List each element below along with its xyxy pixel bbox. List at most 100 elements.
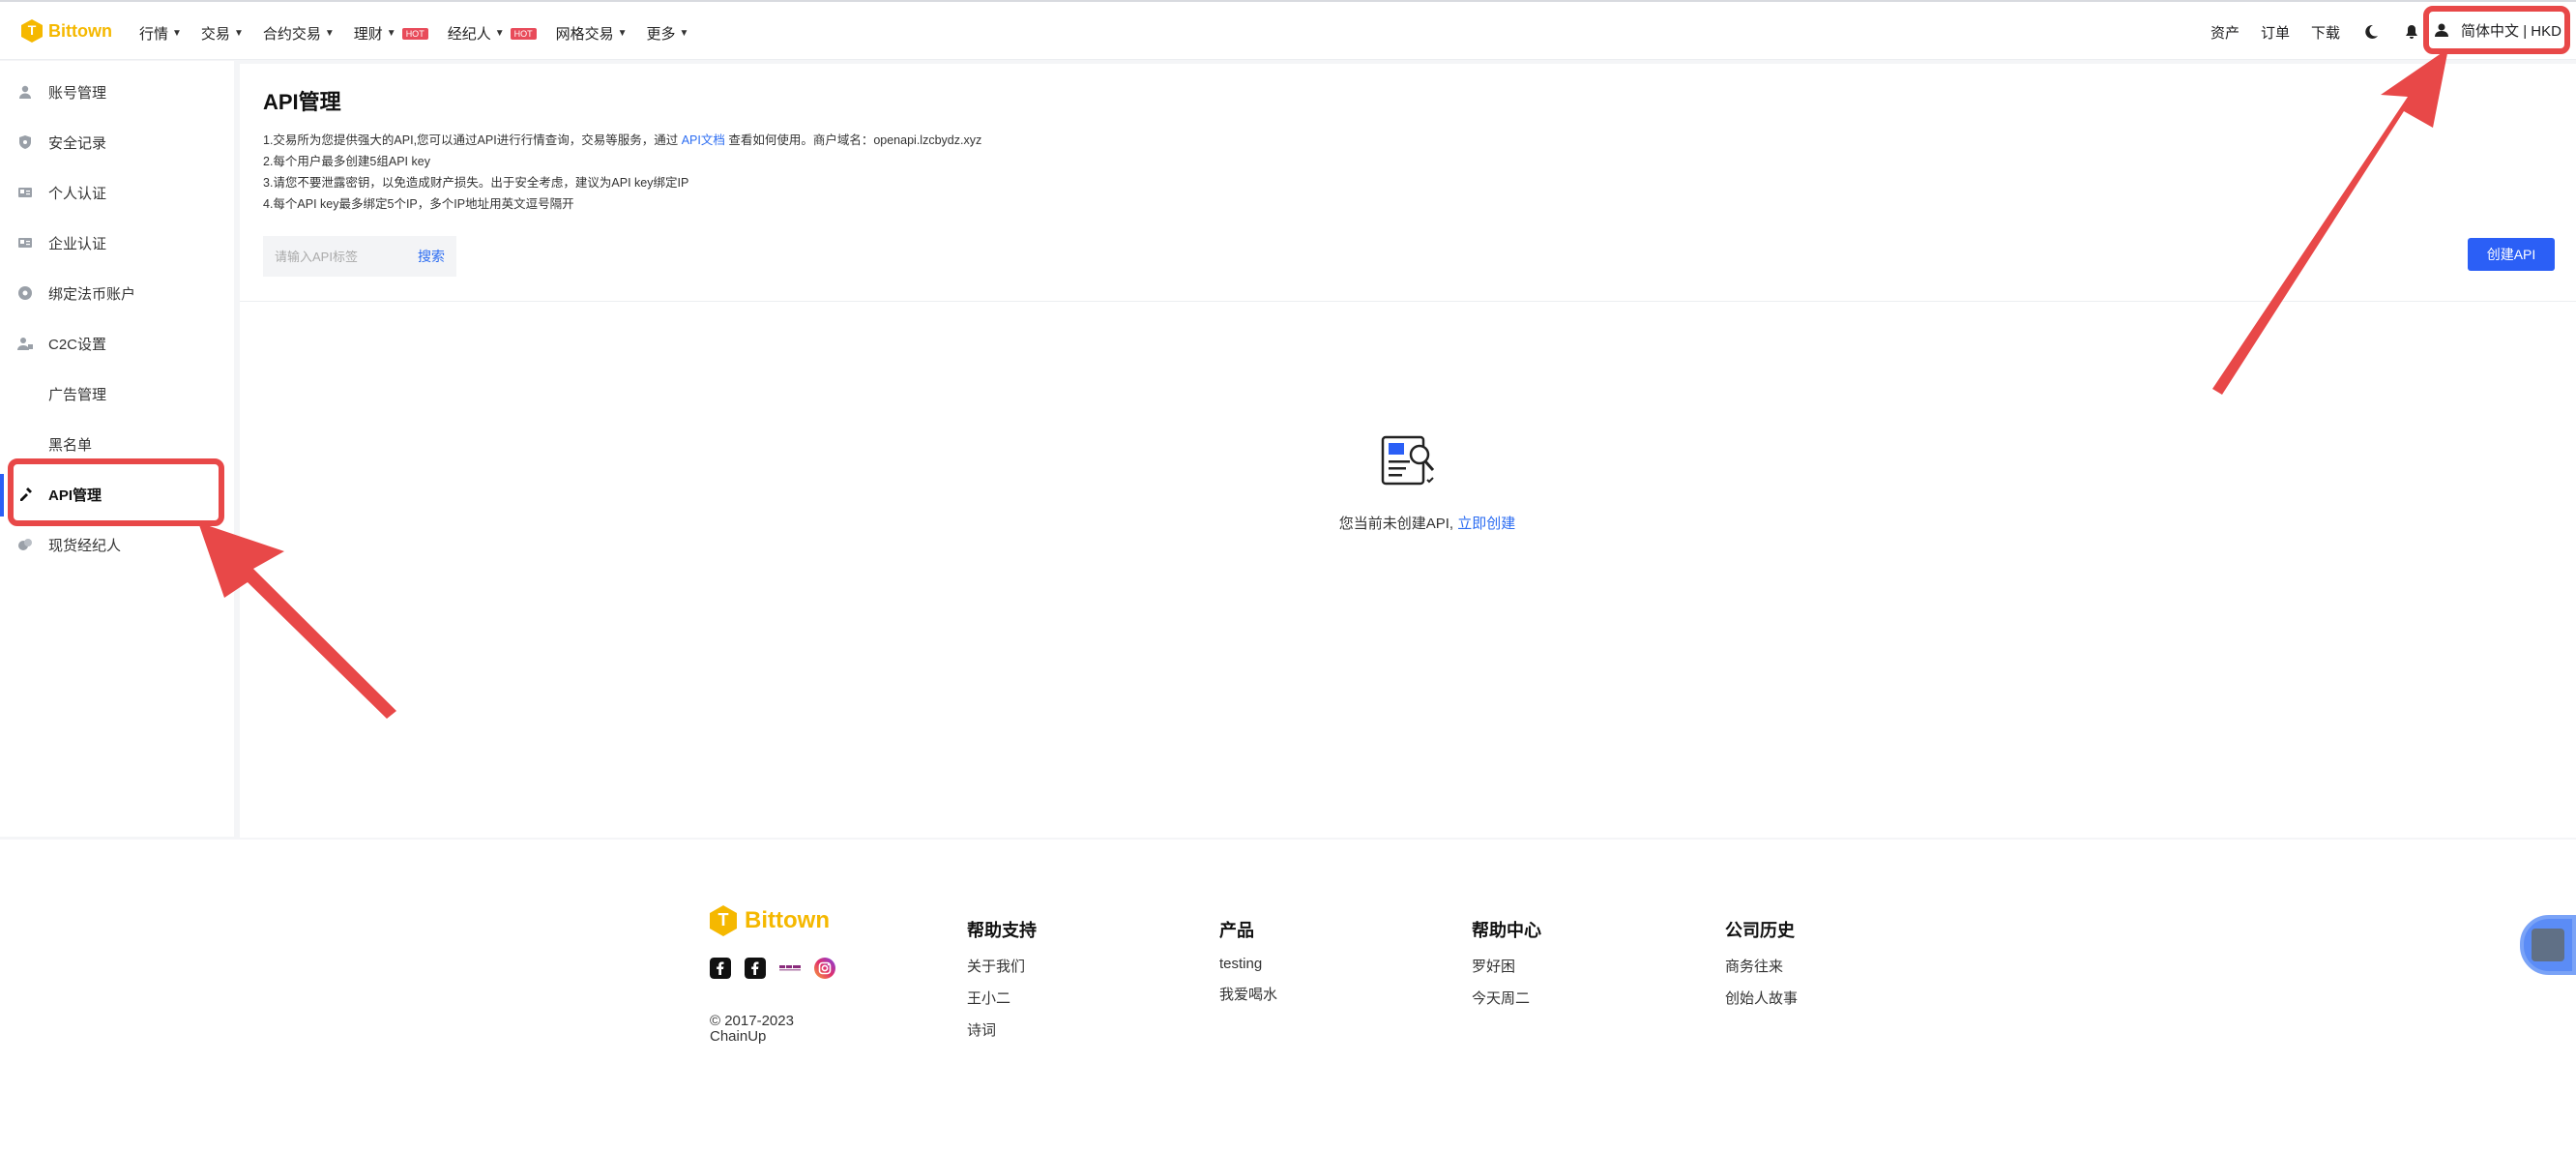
users-icon bbox=[17, 338, 33, 350]
nav-item-finance[interactable]: 理财 ▼ HOT bbox=[354, 23, 428, 44]
nav-item-grid[interactable]: 网格交易 ▼ bbox=[556, 23, 628, 44]
footer-link[interactable]: 创始人故事 bbox=[1725, 988, 1798, 1008]
note-line-2: 2.每个用户最多创建5组API key bbox=[263, 155, 430, 168]
footer-column-help-center: 帮助中心 罗好困 今天周二 bbox=[1472, 917, 1541, 1019]
nav-item-market[interactable]: 行情 ▼ bbox=[139, 23, 182, 44]
facebook-icon[interactable] bbox=[710, 958, 731, 979]
copyright: © 2017-2023 ChainUp bbox=[710, 1014, 794, 1045]
copyright-line: ChainUp bbox=[710, 1028, 767, 1045]
bell-icon[interactable] bbox=[2402, 22, 2421, 42]
note-text: 查看如何使用。商户域名：openapi.lzcbydz.xyz bbox=[728, 133, 982, 147]
note-line-1: 1.交易所为您提供强大的API,您可以通过API进行行情查询，交易等服务，通过 … bbox=[263, 130, 981, 151]
note-line-3: 3.请您不要泄露密钥，以免造成财产损失。出于安全考虑，建议为API key绑定I… bbox=[263, 176, 689, 190]
nav-label: 更多 bbox=[646, 26, 676, 43]
footer-column-help-support: 帮助支持 关于我们 王小二 诗词 bbox=[967, 917, 1037, 1051]
instagram-icon[interactable] bbox=[814, 958, 835, 979]
orders-link[interactable]: 订单 bbox=[2261, 22, 2290, 43]
footer-link[interactable]: testing bbox=[1219, 956, 1277, 972]
sidebar-item-security[interactable]: 安全记录 bbox=[0, 117, 234, 167]
sidebar-item-c2c-settings[interactable]: C2C设置 bbox=[0, 318, 234, 369]
footer-link[interactable]: 诗词 bbox=[967, 1019, 1037, 1040]
divider bbox=[240, 301, 2576, 302]
footer-link[interactable]: 关于我们 bbox=[967, 956, 1037, 976]
nav-item-futures[interactable]: 合约交易 ▼ bbox=[263, 23, 335, 44]
sidebar-item-label: 黑名单 bbox=[48, 436, 93, 454]
sidebar-item-enterprise-verify[interactable]: 企业认证 bbox=[0, 218, 234, 268]
footer-column-title: 产品 bbox=[1219, 921, 1254, 940]
note-line-4: 4.每个API key最多绑定5个IP，多个IP地址用英文逗号隔开 bbox=[263, 197, 574, 211]
search-box: 搜索 bbox=[263, 236, 456, 277]
assets-link[interactable]: 资产 bbox=[2210, 22, 2239, 43]
facebook-icon[interactable] bbox=[745, 958, 766, 979]
api-notes: 1.交易所为您提供强大的API,您可以通过API进行行情查询，交易等服务，通过 … bbox=[263, 130, 981, 215]
nav-item-broker[interactable]: 经纪人 ▼ HOT bbox=[448, 23, 537, 44]
chevron-down-icon: ▼ bbox=[679, 28, 689, 39]
hot-badge: HOT bbox=[510, 27, 537, 40]
nav-label: 交易 bbox=[200, 26, 230, 43]
brand-logo-icon[interactable] bbox=[779, 958, 801, 979]
user-icon[interactable] bbox=[2432, 20, 2451, 40]
footer-column-company-history: 公司历史 商务往来 创始人故事 bbox=[1725, 917, 1798, 1019]
nav-label: 合约交易 bbox=[262, 26, 321, 43]
chevron-down-icon: ▼ bbox=[494, 28, 505, 39]
footer-column-title: 帮助支持 bbox=[967, 921, 1037, 940]
nav-label: 理财 bbox=[353, 26, 383, 43]
footer-link[interactable]: 王小二 bbox=[967, 988, 1037, 1008]
highlight-box bbox=[8, 458, 224, 526]
footer-logo[interactable]: Bittown bbox=[710, 905, 830, 936]
sidebar: 账号管理 安全记录 个人认证 企业认证 绑定法币账户 C2C设置 广告管理 黑名… bbox=[0, 61, 234, 837]
sidebar-item-label: 安全记录 bbox=[48, 134, 107, 152]
footer-link[interactable]: 罗好困 bbox=[1472, 956, 1541, 976]
download-link[interactable]: 下载 bbox=[2311, 22, 2340, 43]
sidebar-item-label: 现货经纪人 bbox=[48, 537, 122, 554]
nav-label: 网格交易 bbox=[555, 26, 614, 43]
chevron-down-icon: ▼ bbox=[324, 28, 335, 39]
top-header: Bittown 行情▼ 交易▼ 合约交易▼ 理财▼HOT 经纪人▼HOT 网格交… bbox=[0, 0, 2576, 60]
sidebar-item-personal-verify[interactable]: 个人认证 bbox=[0, 167, 234, 218]
page-title: API管理 bbox=[263, 90, 341, 114]
sidebar-item-label: 账号管理 bbox=[48, 84, 107, 102]
hot-badge: HOT bbox=[401, 27, 428, 40]
active-indicator bbox=[0, 474, 4, 516]
user-icon bbox=[19, 85, 31, 99]
note-text: 1.交易所为您提供强大的API,您可以通过API进行行情查询，交易等服务，通过 bbox=[263, 133, 679, 147]
id-card-icon bbox=[18, 188, 32, 197]
moon-icon[interactable] bbox=[2361, 22, 2381, 42]
empty-text: 您当前未创建API, bbox=[1338, 516, 1454, 532]
support-avatar-icon bbox=[2532, 929, 2564, 961]
sidebar-item-label: C2C设置 bbox=[48, 336, 107, 353]
api-docs-link[interactable]: API文档 bbox=[682, 133, 725, 147]
nav-label: 行情 bbox=[139, 26, 169, 43]
nav-item-trade[interactable]: 交易 ▼ bbox=[201, 23, 244, 44]
floating-support-button[interactable] bbox=[2520, 915, 2576, 975]
sidebar-item-spot-broker[interactable]: 现货经纪人 bbox=[0, 519, 234, 570]
logo-icon bbox=[21, 19, 43, 43]
api-label-search-input[interactable] bbox=[275, 249, 400, 264]
sidebar-item-account[interactable]: 账号管理 bbox=[0, 67, 234, 117]
user-language-box[interactable]: 简体中文 | HKD bbox=[2423, 6, 2570, 54]
logo-icon bbox=[710, 905, 737, 936]
footer-link[interactable]: 今天周二 bbox=[1472, 988, 1541, 1008]
create-api-button[interactable]: 创建API bbox=[2468, 238, 2555, 271]
sidebar-item-bind-fiat[interactable]: 绑定法币账户 bbox=[0, 268, 234, 318]
language-currency-selector[interactable]: 简体中文 | HKD bbox=[2461, 20, 2561, 41]
empty-document-icon bbox=[1381, 435, 1435, 486]
sidebar-item-ad-management[interactable]: 广告管理 bbox=[0, 369, 234, 419]
id-card-icon bbox=[18, 238, 32, 248]
sidebar-item-label: 个人认证 bbox=[48, 185, 107, 202]
logo[interactable]: Bittown bbox=[21, 19, 112, 43]
search-button[interactable]: 搜索 bbox=[418, 247, 445, 266]
create-now-link[interactable]: 立即创建 bbox=[1457, 516, 1515, 532]
logo-text: Bittown bbox=[48, 20, 112, 41]
broker-icon bbox=[18, 539, 32, 550]
empty-state: 您当前未创建API, 立即创建 bbox=[240, 513, 2576, 533]
social-links bbox=[710, 958, 835, 979]
chevron-down-icon: ▼ bbox=[233, 28, 244, 39]
footer-link[interactable]: 商务往来 bbox=[1725, 956, 1798, 976]
footer-column-title: 帮助中心 bbox=[1472, 921, 1541, 940]
footer-logo-text: Bittown bbox=[745, 907, 830, 933]
nav-item-more[interactable]: 更多 ▼ bbox=[647, 23, 689, 44]
footer-link[interactable]: 我爱喝水 bbox=[1219, 984, 1277, 1004]
copyright-line: © 2017-2023 bbox=[710, 1013, 794, 1029]
main-nav: 行情 ▼ 交易 ▼ 合约交易 ▼ 理财 ▼ HOT 经纪人 ▼ HOT 网格交易 ▼ 更多 ▼ bbox=[139, 23, 688, 44]
